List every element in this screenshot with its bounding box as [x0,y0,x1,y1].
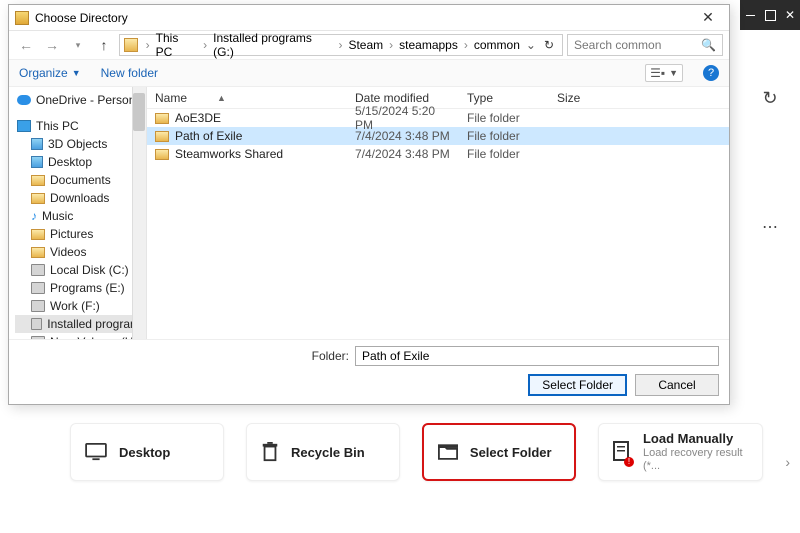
tree-item-selected[interactable]: Installed programs [15,315,146,333]
nav-recent-dropdown[interactable]: ▾ [67,34,89,56]
objects-icon [31,138,43,150]
app-maximize-button[interactable] [760,0,780,30]
choose-directory-dialog: Choose Directory ✕ ← → ▾ ↑ › This PC › I… [8,4,730,405]
desktop-icon [31,156,43,168]
col-type[interactable]: Type [459,91,549,105]
chevron-right-icon[interactable]: › [334,38,346,52]
location-cards-row: Desktop Recycle Bin Select Folder Load M… [60,423,800,501]
tree-item[interactable]: Downloads [15,189,146,207]
col-date[interactable]: Date modified [347,91,459,105]
cloud-icon [17,95,31,105]
dialog-footer: Folder: Select Folder Cancel [9,339,729,404]
card-recycle-bin[interactable]: Recycle Bin [246,423,400,481]
folder-icon [155,131,169,142]
file-row-selected[interactable]: Path of Exile 7/4/2024 3:48 PM File fold… [147,127,729,145]
app-window-controls [740,0,800,30]
dialog-icon [15,11,29,25]
nav-back-button[interactable]: ← [15,34,37,56]
drive-icon [31,282,45,294]
folder-icon [124,38,138,52]
app-close-button[interactable] [780,0,800,30]
tree-item[interactable]: Documents [15,171,146,189]
chevron-right-icon[interactable]: › [385,38,397,52]
folder-name-input[interactable] [355,346,719,366]
sort-asc-icon: ▲ [217,93,226,103]
tree-item[interactable]: New Volume (H:) [15,333,146,339]
pictures-icon [31,229,45,240]
breadcrumb[interactable]: Installed programs (G:) [211,31,334,59]
card-load-manually[interactable]: Load Manually Load recovery result (*... [598,423,763,481]
list-icon: ☰▪ [650,66,665,80]
chevron-right-icon[interactable]: › [460,38,472,52]
select-folder-button[interactable]: Select Folder [528,374,627,396]
breadcrumb[interactable]: This PC [154,31,200,59]
dialog-titlebar[interactable]: Choose Directory ✕ [9,5,729,31]
tree-item[interactable]: Pictures [15,225,146,243]
drive-icon [31,336,45,339]
downloads-icon [31,193,45,204]
new-folder-button[interactable]: New folder [101,66,158,80]
trash-icon [261,442,279,462]
address-bar[interactable]: › This PC › Installed programs (G:) › St… [119,34,563,56]
file-row[interactable]: Steamworks Shared 7/4/2024 3:48 PM File … [147,145,729,163]
col-size[interactable]: Size [549,91,609,105]
tree-onedrive[interactable]: OneDrive - Person [15,91,146,109]
folder-icon [155,113,169,124]
chevron-right-icon[interactable]: › [142,38,154,52]
document-alert-icon [613,441,631,464]
search-input[interactable]: Search common 🔍 [567,34,723,56]
dialog-close-button[interactable]: ✕ [693,9,723,26]
col-name[interactable]: Name▲ [147,91,347,105]
folder-label: Folder: [19,349,349,363]
tree-item[interactable]: Work (F:) [15,297,146,315]
breadcrumb[interactable]: Steam [346,38,385,52]
app-minimize-button[interactable] [740,0,760,30]
refresh-icon[interactable]: ↻ [762,88,777,109]
tree-this-pc[interactable]: This PC [15,117,146,135]
dialog-toolbar: Organize▼ New folder ☰▪▼ ? [9,59,729,87]
address-dropdown-icon[interactable]: ⌄ [522,38,540,52]
nav-forward-button: → [41,34,63,56]
file-rows[interactable]: AoE3DE 5/15/2024 5:20 PM File folder Pat… [147,109,729,339]
cancel-button[interactable]: Cancel [635,374,719,396]
app-right-pane: ↻ ⋯ [740,30,800,433]
file-row[interactable]: AoE3DE 5/15/2024 5:20 PM File folder [147,109,729,127]
breadcrumb[interactable]: common [472,38,522,52]
folder-icon [155,149,169,160]
card-select-folder[interactable]: Select Folder [422,423,576,481]
view-options-button[interactable]: ☰▪▼ [645,64,683,82]
drive-icon [31,318,42,330]
card-desktop[interactable]: Desktop [70,423,224,481]
search-icon: 🔍 [701,38,716,52]
documents-icon [31,175,45,186]
tree-item[interactable]: 3D Objects [15,135,146,153]
breadcrumb[interactable]: steamapps [397,38,460,52]
nav-row: ← → ▾ ↑ › This PC › Installed programs (… [9,31,729,59]
nav-tree[interactable]: OneDrive - Person This PC 3D Objects Des… [9,87,147,339]
tree-item[interactable]: ♪Music [15,207,146,225]
music-icon: ♪ [31,210,37,222]
chevron-right-icon[interactable]: › [199,38,211,52]
tree-scrollbar[interactable] [132,87,146,339]
file-list: Name▲ Date modified Type Size AoE3DE 5/1… [147,87,729,339]
address-refresh-icon[interactable]: ↻ [540,38,558,52]
desktop-icon [85,443,107,461]
scroll-right-button[interactable]: › [785,454,790,470]
drive-icon [31,264,45,276]
videos-icon [31,247,45,258]
pc-icon [17,120,31,132]
drive-icon [31,300,45,312]
tree-item[interactable]: Programs (E:) [15,279,146,297]
tree-item[interactable]: Local Disk (C:) [15,261,146,279]
organize-menu[interactable]: Organize▼ [19,66,81,80]
tree-item[interactable]: Videos [15,243,146,261]
search-placeholder: Search common [574,38,661,52]
folder-icon [438,444,458,461]
dialog-title: Choose Directory [35,11,693,25]
tree-item[interactable]: Desktop [15,153,146,171]
more-icon[interactable]: ⋯ [762,217,778,237]
help-icon[interactable]: ? [703,65,719,81]
nav-up-button[interactable]: ↑ [93,34,115,56]
